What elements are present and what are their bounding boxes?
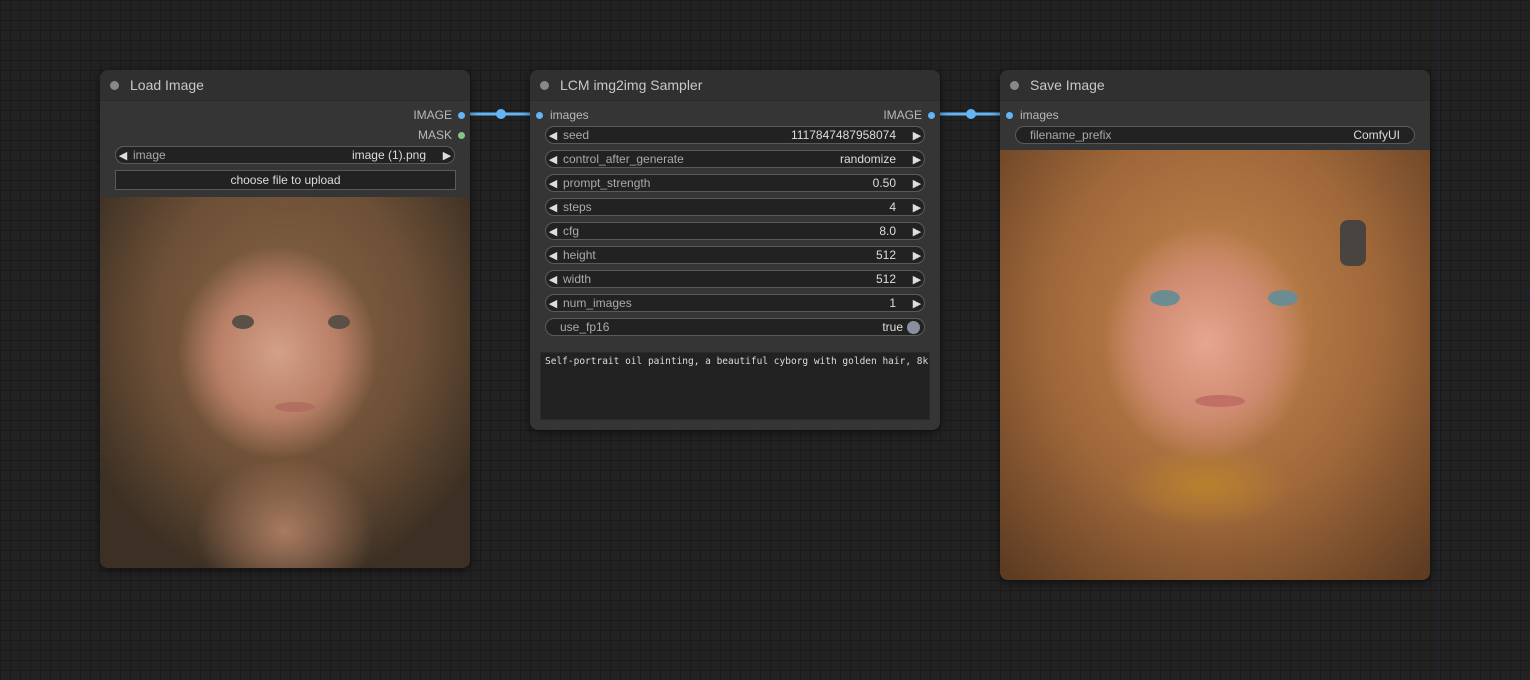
mouth-shape	[275, 402, 315, 412]
widget-label: height	[563, 248, 596, 262]
decrement-arrow-icon[interactable]: ◀	[116, 149, 130, 162]
width-widget[interactable]: ◀ width 512 ▶	[545, 270, 925, 288]
link-midpoint-dot	[496, 109, 506, 119]
load-image-node[interactable]: Load Image IMAGE MASK ◀ image image (1).…	[100, 70, 470, 568]
increment-arrow-icon[interactable]: ▶	[910, 177, 924, 190]
num-images-widget[interactable]: ◀ num_images 1 ▶	[545, 294, 925, 312]
widget-label: image	[133, 148, 166, 162]
increment-arrow-icon[interactable]: ▶	[910, 273, 924, 286]
upload-button[interactable]: choose file to upload	[115, 170, 456, 190]
control-after-generate-widget[interactable]: ◀ control_after_generate randomize ▶	[545, 150, 925, 168]
node-header[interactable]: Load Image	[100, 70, 470, 101]
output-connector-icon[interactable]	[458, 111, 465, 119]
widget-label: steps	[563, 200, 592, 214]
increment-arrow-icon[interactable]: ▶	[910, 201, 924, 214]
node-title: LCM img2img Sampler	[560, 77, 703, 93]
widget-value: true	[882, 320, 903, 334]
widget-value: 512	[875, 248, 896, 262]
decrement-arrow-icon[interactable]: ◀	[546, 201, 560, 214]
widget-label: width	[563, 272, 592, 286]
output-connector-icon[interactable]	[928, 111, 935, 119]
output-slot-image[interactable]: IMAGE	[413, 106, 465, 124]
increment-arrow-icon[interactable]: ▶	[910, 153, 924, 166]
output-label: IMAGE	[883, 108, 922, 122]
loaded-image-preview	[100, 197, 470, 568]
decrement-arrow-icon[interactable]: ◀	[546, 177, 560, 190]
height-widget[interactable]: ◀ height 512 ▶	[545, 246, 925, 264]
node-title: Load Image	[130, 77, 204, 93]
seed-widget[interactable]: ◀ seed 1117847487958074 ▶	[545, 126, 925, 144]
widget-label: num_images	[563, 296, 632, 310]
input-connector-icon[interactable]	[1006, 111, 1013, 119]
input-connector-icon[interactable]	[536, 111, 543, 119]
increment-arrow-icon[interactable]: ▶	[910, 297, 924, 310]
toggle-knob-icon[interactable]	[907, 320, 920, 334]
widget-value: ComfyUI	[1353, 128, 1400, 142]
output-slot-mask[interactable]: MASK	[418, 126, 465, 144]
input-slot-images[interactable]: images	[1006, 106, 1059, 124]
filename-prefix-widget[interactable]: filename_prefix ComfyUI	[1015, 126, 1415, 144]
decrement-arrow-icon[interactable]: ◀	[546, 129, 560, 142]
decrement-arrow-icon[interactable]: ◀	[546, 273, 560, 286]
widget-label: seed	[563, 128, 590, 142]
widget-label: control_after_generate	[563, 152, 684, 166]
increment-arrow-icon[interactable]: ▶	[910, 249, 924, 262]
increment-arrow-icon[interactable]: ▶	[910, 129, 924, 142]
decrement-arrow-icon[interactable]: ◀	[546, 297, 560, 310]
widget-value: 0.50	[872, 176, 896, 190]
input-label: images	[1020, 108, 1059, 122]
output-connector-icon[interactable]	[458, 131, 465, 139]
widget-label: cfg	[563, 224, 580, 238]
lcm-sampler-node[interactable]: LCM img2img Sampler images IMAGE ◀ seed …	[530, 70, 940, 430]
eye-shape	[1268, 290, 1298, 306]
eye-shape	[328, 315, 350, 329]
widget-label: filename_prefix	[1030, 128, 1112, 142]
widget-value: image (1).png	[351, 148, 426, 162]
steps-widget[interactable]: ◀ steps 4 ▶	[545, 198, 925, 216]
eye-shape	[232, 315, 254, 329]
output-label: MASK	[417, 128, 452, 142]
decrement-arrow-icon[interactable]: ◀	[546, 225, 560, 238]
use-fp16-toggle[interactable]: use_fp16 true	[545, 318, 925, 336]
link-midpoint-dot	[966, 109, 976, 119]
widget-value: 512	[875, 272, 896, 286]
output-label: IMAGE	[413, 108, 452, 122]
save-image-node[interactable]: Save Image images filename_prefix ComfyU…	[1000, 70, 1430, 580]
widget-value: 8.0	[879, 224, 896, 238]
eye-shape	[1150, 290, 1180, 306]
prompt-textarea[interactable]: Self-portrait oil painting, a beautiful …	[540, 352, 930, 420]
node-title: Save Image	[1030, 77, 1105, 93]
collapse-dot-icon[interactable]	[540, 80, 549, 90]
decrement-arrow-icon[interactable]: ◀	[546, 249, 560, 262]
widget-value: 1	[889, 296, 896, 310]
prompt-strength-widget[interactable]: ◀ prompt_strength 0.50 ▶	[545, 174, 925, 192]
input-label: images	[550, 108, 589, 122]
decrement-arrow-icon[interactable]: ◀	[546, 153, 560, 166]
collapse-dot-icon[interactable]	[1010, 80, 1019, 90]
collapse-dot-icon[interactable]	[110, 80, 119, 90]
cyborg-ear-device	[1340, 220, 1366, 266]
widget-label: use_fp16	[560, 320, 610, 334]
widget-value: 1117847487958074	[791, 128, 896, 142]
node-header[interactable]: LCM img2img Sampler	[530, 70, 940, 101]
widget-value: 4	[889, 200, 896, 214]
widget-value: randomize	[839, 152, 896, 166]
input-slot-images[interactable]: images	[536, 106, 589, 124]
output-slot-image[interactable]: IMAGE	[883, 106, 935, 124]
image-combo-widget[interactable]: ◀ image image (1).png ▶	[115, 146, 455, 164]
increment-arrow-icon[interactable]: ▶	[910, 225, 924, 238]
node-header[interactable]: Save Image	[1000, 70, 1430, 101]
cfg-widget[interactable]: ◀ cfg 8.0 ▶	[545, 222, 925, 240]
mouth-shape	[1195, 395, 1245, 407]
saved-image-preview	[1000, 150, 1430, 580]
increment-arrow-icon[interactable]: ▶	[440, 149, 454, 162]
widget-label: prompt_strength	[563, 176, 651, 190]
